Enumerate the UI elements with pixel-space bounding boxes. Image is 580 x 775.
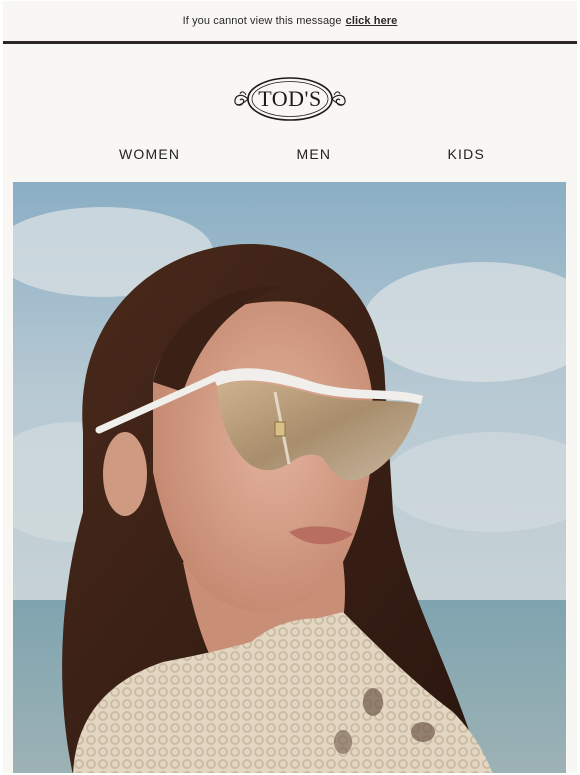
brand-wordmark: TOD'S bbox=[258, 85, 322, 111]
category-nav: WOMEN MEN KIDS bbox=[3, 146, 577, 178]
email-container: If you cannot view this message click he… bbox=[3, 1, 577, 773]
preheader: If you cannot view this message click he… bbox=[3, 1, 577, 41]
logo-area: TOD'S bbox=[3, 44, 577, 151]
preheader-text: If you cannot view this message bbox=[182, 15, 342, 27]
view-in-browser-link[interactable]: click here bbox=[346, 15, 398, 27]
nav-item-men[interactable]: MEN bbox=[297, 146, 332, 162]
brand-logo[interactable]: TOD'S bbox=[232, 73, 348, 125]
nav-item-women[interactable]: WOMEN bbox=[119, 146, 180, 162]
hero-image[interactable] bbox=[13, 182, 566, 773]
nav-item-kids[interactable]: KIDS bbox=[448, 146, 485, 162]
hero-photo bbox=[13, 182, 566, 773]
